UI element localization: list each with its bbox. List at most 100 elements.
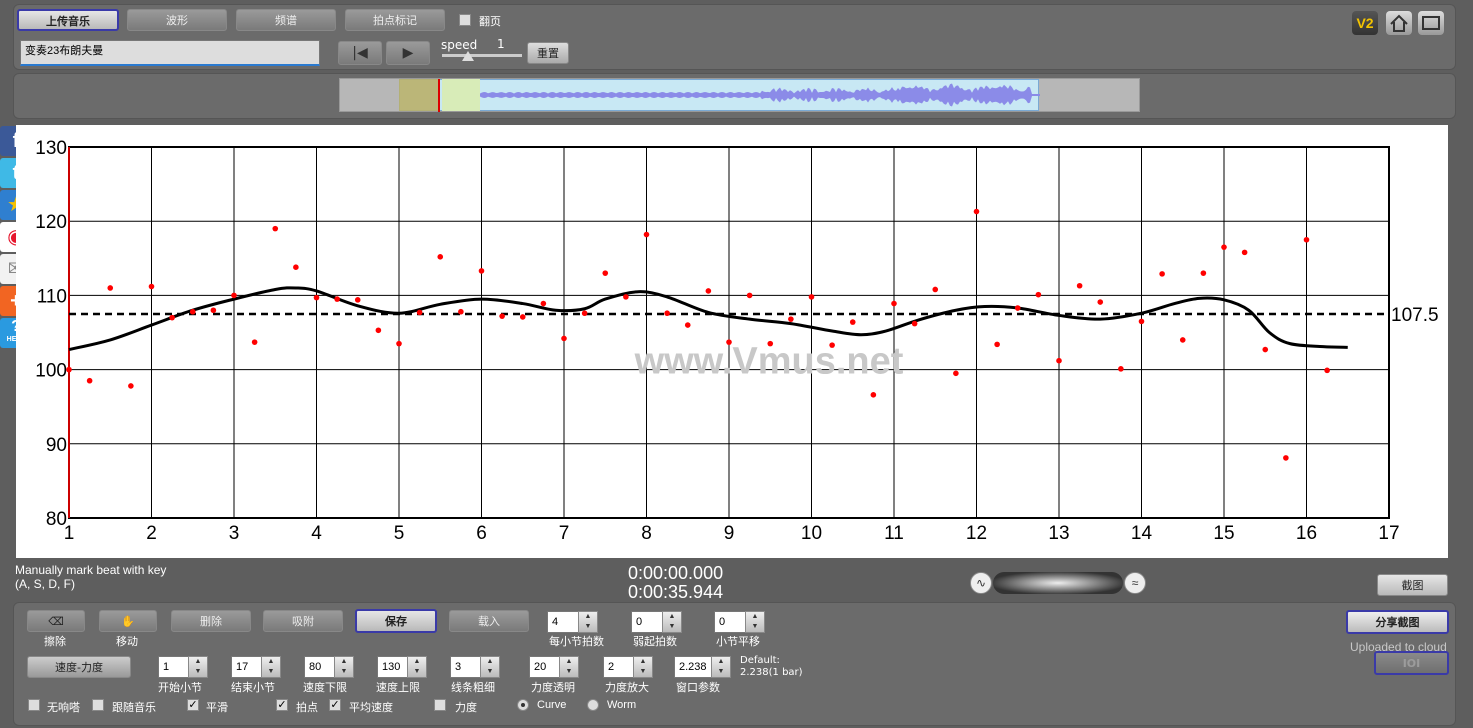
beat-point bbox=[251, 339, 258, 345]
dynamics-label: 力度 bbox=[455, 701, 477, 714]
beat-point bbox=[1221, 244, 1227, 250]
reset-button[interactable]: 重置 bbox=[527, 42, 569, 64]
x-tick-label: 6 bbox=[476, 523, 487, 544]
beat-point bbox=[829, 342, 835, 348]
x-tick-label: 15 bbox=[1213, 523, 1234, 544]
beat-point bbox=[1076, 282, 1083, 289]
beat-point bbox=[973, 208, 980, 215]
selection-handle-left[interactable] bbox=[399, 79, 439, 111]
dyn-transparency-stepper[interactable]: ▲ ▼ bbox=[559, 656, 579, 678]
beat-point bbox=[519, 314, 526, 320]
smooth-label: 平滑 bbox=[206, 701, 228, 714]
beat-point bbox=[1035, 291, 1042, 298]
ioi-button[interactable]: IOI bbox=[1374, 651, 1449, 675]
smooth-checkbox[interactable]: ✓ bbox=[187, 699, 199, 711]
tempo-max-input[interactable]: 130 bbox=[377, 656, 409, 678]
bar-offset-stepper[interactable]: ▲ ▼ bbox=[745, 611, 765, 633]
beats-per-bar-input[interactable]: 4 bbox=[547, 611, 579, 633]
delete-button[interactable]: 删除 bbox=[171, 610, 251, 632]
tempo-dynamics-button[interactable]: 速度-力度 bbox=[27, 656, 131, 678]
flip-page-label: 翻页 bbox=[479, 15, 501, 28]
bar-offset-input[interactable]: 0 bbox=[714, 611, 746, 633]
x-tick-label: 10 bbox=[801, 523, 822, 544]
snap-button[interactable]: 吸附 bbox=[263, 610, 343, 632]
x-tick-label: 7 bbox=[559, 523, 570, 544]
spectrum-button[interactable]: 频谱 bbox=[236, 9, 336, 31]
tempo-max-stepper[interactable]: ▲ ▼ bbox=[407, 656, 427, 678]
upload-music-button[interactable]: 上传音乐 bbox=[17, 9, 119, 31]
curve-radio[interactable] bbox=[517, 699, 529, 711]
beat-point bbox=[705, 288, 712, 294]
beat-point bbox=[788, 316, 794, 322]
beat-mark-button[interactable]: 拍点标记 bbox=[345, 9, 445, 31]
end-bar-stepper[interactable]: ▲ ▼ bbox=[261, 656, 281, 678]
beat-point bbox=[1179, 337, 1186, 343]
line-width-input[interactable]: 3 bbox=[450, 656, 482, 678]
avg-tempo-checkbox[interactable]: ✓ bbox=[329, 699, 341, 711]
beat-point bbox=[1324, 367, 1330, 374]
selection-handle-right[interactable] bbox=[442, 79, 480, 111]
save-button[interactable]: 保存 bbox=[355, 609, 437, 633]
share-screenshot-button[interactable]: 分享截图 bbox=[1346, 610, 1449, 634]
beat-point bbox=[726, 339, 732, 345]
line-width-stepper[interactable]: ▲ ▼ bbox=[480, 656, 500, 678]
beats-per-bar-stepper[interactable]: ▲ ▼ bbox=[578, 611, 598, 633]
tempo-chart-svg[interactable]: 1 2 3 4 5 6 7 8 9 10 11 12 13 14 15 16 17809010011012013… bbox=[16, 125, 1448, 558]
beat-point bbox=[1283, 455, 1289, 461]
window-param-input[interactable]: 2.238 bbox=[674, 656, 712, 678]
speed-slider[interactable] bbox=[442, 54, 522, 57]
pickup-beats-input[interactable]: 0 bbox=[631, 611, 663, 633]
zoom-in-icon[interactable]: ≈ bbox=[1124, 572, 1146, 594]
erase-button[interactable]: ⌫ bbox=[27, 610, 85, 632]
window-param-stepper[interactable]: ▲ ▼ bbox=[711, 656, 731, 678]
beat-point bbox=[86, 377, 93, 384]
skip-back-button[interactable]: |◀ bbox=[338, 41, 382, 65]
dyn-transparency-input[interactable]: 20 bbox=[529, 656, 561, 678]
tempo-chart[interactable]: 1 2 3 4 5 6 7 8 9 10 11 12 13 14 15 16 17 80 90 100 110 120 13… bbox=[16, 125, 1448, 558]
y-tick-label: 80 bbox=[46, 509, 67, 530]
beat-point bbox=[1303, 236, 1310, 243]
worm-radio[interactable] bbox=[587, 699, 599, 711]
zoom-out-icon[interactable]: ∿ bbox=[970, 572, 992, 594]
end-bar-input[interactable]: 17 bbox=[231, 656, 263, 678]
v2-badge[interactable]: V2 bbox=[1352, 11, 1378, 35]
bar-offset-label: 小节平移 bbox=[716, 635, 760, 648]
beat-point bbox=[953, 370, 959, 377]
window-param-label: 窗口参数 bbox=[676, 681, 720, 694]
flip-page-checkbox[interactable] bbox=[459, 14, 471, 26]
fullscreen-icon[interactable] bbox=[1418, 11, 1444, 35]
hint-line-2: (A, S, D, F) bbox=[15, 577, 75, 591]
x-tick-label: 4 bbox=[311, 523, 322, 544]
waveform-button[interactable]: 波形 bbox=[127, 9, 227, 31]
follow-music-checkbox[interactable] bbox=[92, 699, 104, 711]
y-tick-label: 120 bbox=[35, 212, 67, 233]
start-bar-stepper[interactable]: ▲ ▼ bbox=[188, 656, 208, 678]
playhead[interactable] bbox=[438, 79, 440, 112]
play-button[interactable]: ▶ bbox=[386, 41, 430, 65]
dyn-scale-stepper[interactable]: ▲ ▼ bbox=[633, 656, 653, 678]
tempo-min-stepper[interactable]: ▲ ▼ bbox=[334, 656, 354, 678]
y-tick-label: 100 bbox=[35, 361, 67, 382]
waveform-overview[interactable] bbox=[339, 78, 1140, 112]
zoom-slider[interactable] bbox=[993, 572, 1123, 594]
speed-slider-thumb[interactable] bbox=[462, 51, 474, 61]
beat-point bbox=[354, 297, 361, 303]
beat-point bbox=[499, 313, 505, 319]
beat-point bbox=[1014, 305, 1021, 311]
beats-checkbox[interactable]: ✓ bbox=[276, 699, 288, 711]
mute-checkbox[interactable] bbox=[28, 699, 40, 711]
dyn-scale-input[interactable]: 2 bbox=[603, 656, 635, 678]
screenshot-button[interactable]: 截图 bbox=[1377, 574, 1448, 596]
tempo-min-input[interactable]: 80 bbox=[304, 656, 336, 678]
end-bar-label: 结束小节 bbox=[231, 681, 275, 694]
song-title-field[interactable]: 变奏23布朗夫曼 bbox=[20, 40, 320, 66]
beat-point bbox=[169, 314, 175, 321]
move-button[interactable]: ✋ bbox=[99, 610, 157, 632]
load-button[interactable]: 载入 bbox=[449, 610, 529, 632]
home-icon[interactable] bbox=[1386, 11, 1412, 35]
dynamics-checkbox[interactable] bbox=[434, 699, 446, 711]
pickup-beats-stepper[interactable]: ▲ ▼ bbox=[662, 611, 682, 633]
beat-point bbox=[437, 254, 444, 260]
start-bar-input[interactable]: 1 bbox=[158, 656, 190, 678]
x-tick-label: 17 bbox=[1378, 523, 1399, 544]
